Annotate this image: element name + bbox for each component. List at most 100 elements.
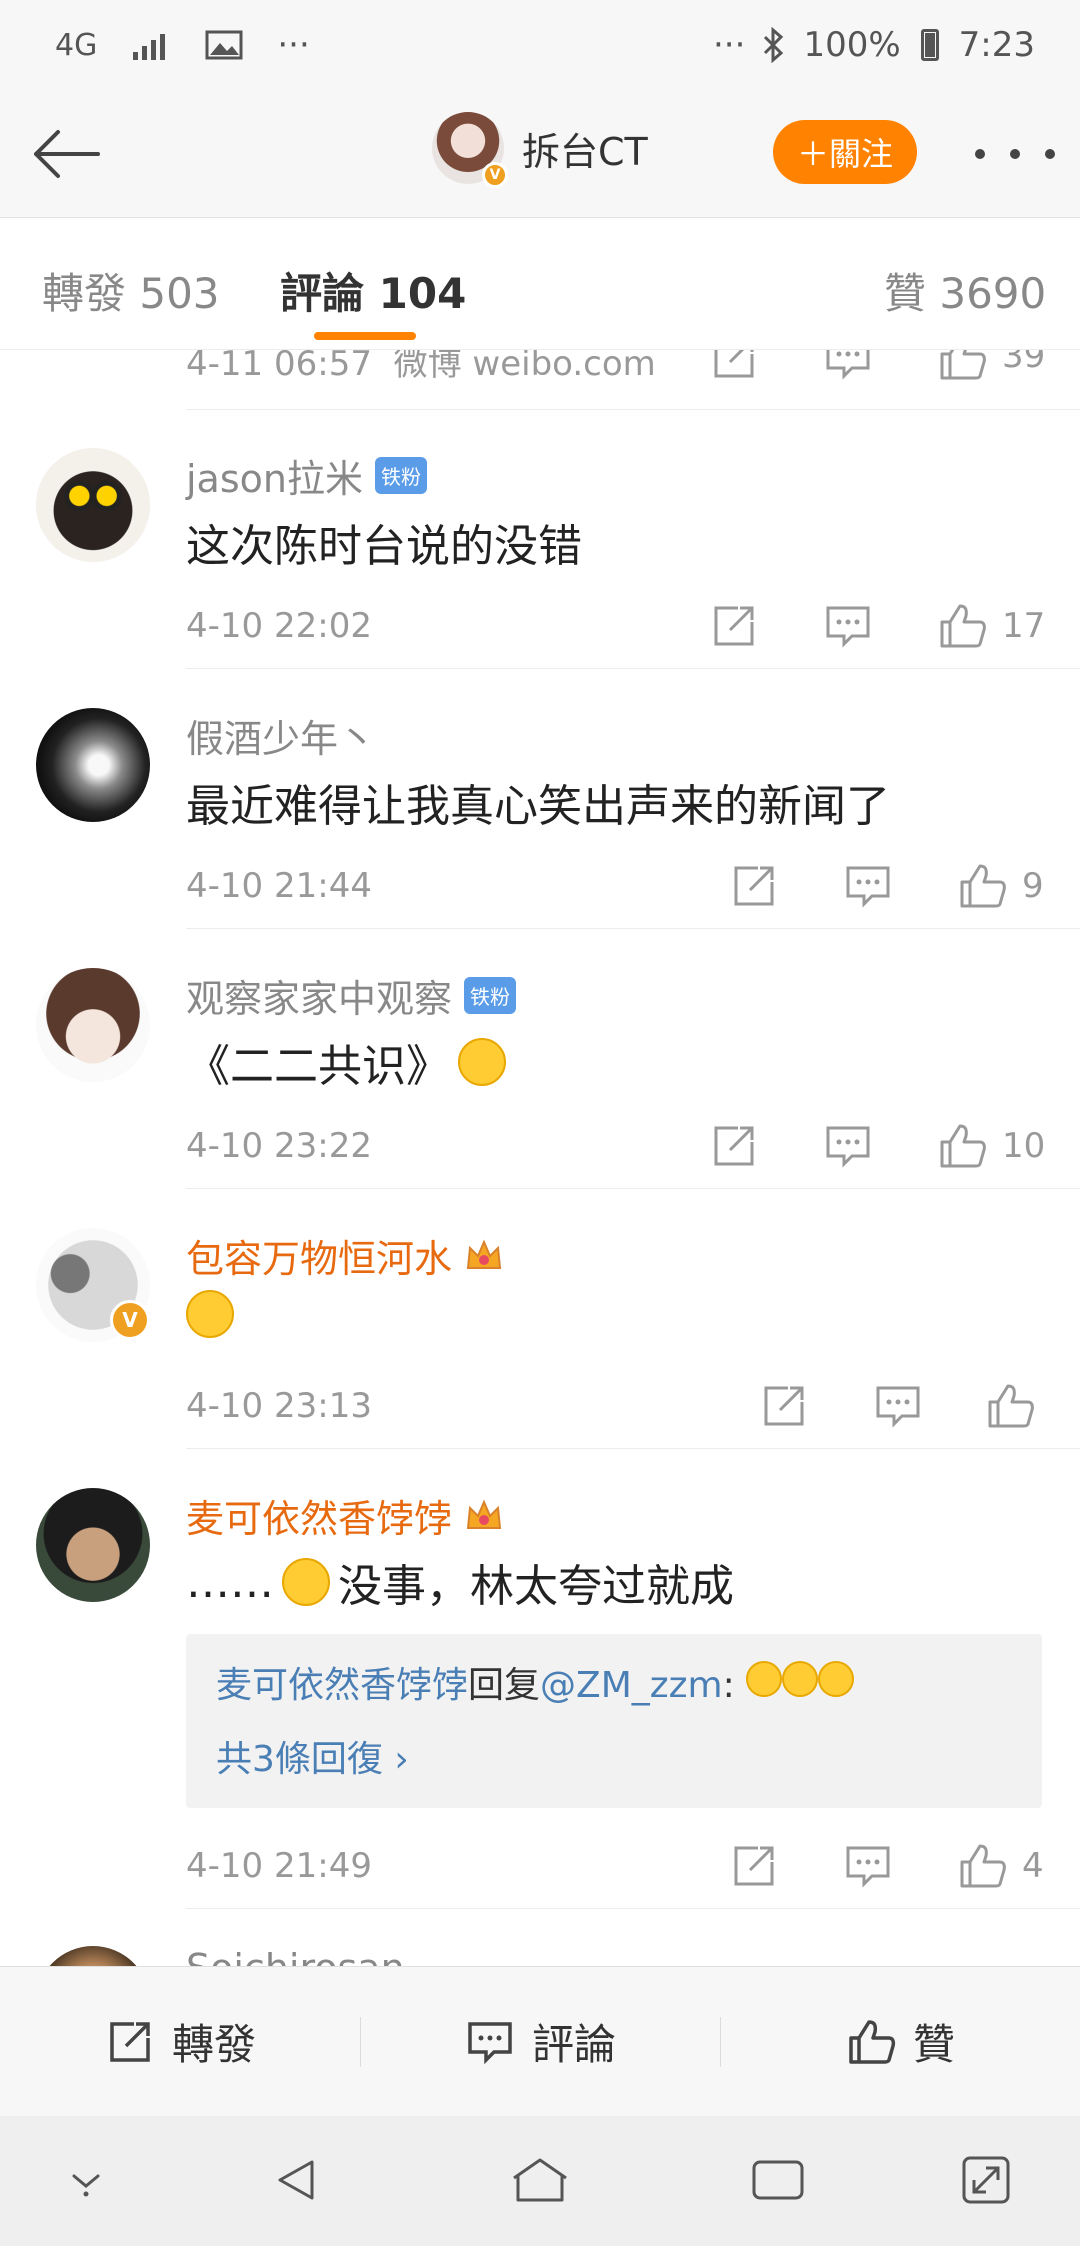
comment-icon[interactable] [822, 600, 874, 652]
expand-screen-icon[interactable] [960, 2154, 1012, 2206]
comment-button[interactable]: 評論 [360, 1967, 720, 2116]
reply-mention[interactable]: @ZM_zzm [540, 1665, 723, 1706]
verified-badge: V [110, 1300, 150, 1340]
reply-preview[interactable]: 麦可依然香饽饽回复@ZM_zzm: 共3條回復 › [186, 1634, 1042, 1808]
recent-apps-icon[interactable] [750, 2154, 806, 2206]
repost-icon[interactable] [708, 350, 760, 384]
comment-text: 这次陈时台说的没错 [186, 521, 582, 572]
user-avatar[interactable] [36, 1946, 150, 1966]
username-text[interactable]: 麦可依然香饽饽 [186, 1488, 452, 1543]
comment-text: 最近难得让我真心笑出声来的新闻了 [186, 781, 890, 832]
hide-keyboard-icon[interactable] [60, 2154, 112, 2206]
comment-row: 4-11 06:57 微博 weibo.com 39 [0, 350, 1080, 410]
comment-row: jason拉米 铁粉 这次陈时台说的没错 4-10 22:02 17 [0, 410, 1080, 670]
comment-list[interactable]: 4-11 06:57 微博 weibo.com 39 jason拉米 铁粉 这次… [0, 350, 1080, 1966]
author-header[interactable]: V 拆台CT [432, 112, 648, 188]
top-navigation-bar: V 拆台CT ＋關注 [0, 90, 1080, 218]
comment-actions: 9 [0, 860, 1080, 920]
like-count: 4 [1022, 1846, 1044, 1886]
comment-icon[interactable] [842, 860, 894, 912]
like-icon[interactable] [956, 860, 1008, 912]
username-text[interactable]: 包容万物恒河水 [186, 1228, 452, 1283]
back-nav-icon[interactable] [272, 2154, 324, 2206]
repost-icon[interactable] [708, 600, 760, 652]
repost-icon[interactable] [728, 1840, 780, 1892]
comment-icon[interactable] [842, 1840, 894, 1892]
comment-icon[interactable] [872, 1380, 924, 1432]
comment-icon[interactable] [822, 350, 874, 384]
comment-username[interactable]: 假酒少年丶 [186, 708, 376, 763]
comment-text-prefix: …… [186, 1556, 274, 1608]
repost-icon[interactable] [758, 1380, 810, 1432]
comment-row: 观察家家中观察 铁粉 《二二共识》 4-10 23:22 10 [0, 930, 1080, 1190]
tab-comments[interactable]: 評論 104 [280, 260, 466, 321]
crying-emoji-icon [282, 1558, 330, 1606]
user-avatar[interactable] [36, 708, 150, 822]
shy-emoji-icon [458, 1038, 506, 1086]
like-icon[interactable] [936, 350, 988, 384]
user-avatar[interactable]: V [36, 1228, 150, 1342]
repost-icon[interactable] [728, 860, 780, 912]
repost-icon[interactable] [708, 1120, 760, 1172]
back-arrow-icon[interactable] [28, 114, 108, 194]
status-dots-left: ··· [277, 25, 310, 65]
comment-username[interactable]: 麦可依然香饽饽 [186, 1488, 504, 1543]
follow-button[interactable]: ＋關注 [773, 120, 917, 184]
comment-row: 假酒少年丶 最近难得让我真心笑出声来的新闻了 4-10 21:44 9 [0, 670, 1080, 930]
repost-label: 轉發 [171, 2020, 256, 2069]
detail-tabs: 轉發 503 評論 104 贊 3690 [0, 218, 1080, 350]
network-indicator: 4G [55, 27, 98, 63]
comment-actions: 10 [0, 1120, 1080, 1180]
comment-actions: 4 [0, 1840, 1080, 1900]
author-avatar[interactable]: V [432, 112, 508, 188]
username-text[interactable]: 假酒少年丶 [186, 708, 376, 763]
crown-icon [466, 1498, 502, 1529]
user-avatar[interactable] [36, 448, 150, 562]
image-icon [205, 30, 243, 60]
comment-username[interactable]: 观察家家中观察 铁粉 [186, 968, 517, 1023]
like-count: 10 [1002, 1126, 1046, 1166]
home-nav-icon[interactable] [508, 2154, 572, 2206]
like-icon[interactable] [984, 1380, 1036, 1432]
like-icon[interactable] [936, 600, 988, 652]
verified-badge: V [482, 162, 508, 188]
comment-label: 評論 [531, 2020, 616, 2069]
username-text[interactable]: jason拉米 [186, 448, 363, 503]
like-count: 39 [1002, 350, 1046, 376]
comment-icon[interactable] [822, 1120, 874, 1172]
comment-text: 《二二共识》 [186, 1030, 506, 1094]
crown-icon [466, 1238, 502, 1269]
comment-row: 麦可依然香饽饽 …… 没事，林太夸过就成 麦可依然香饽饽回复@ZM_zzm: 共… [0, 1450, 1080, 1910]
battery-level: 100% [803, 25, 901, 65]
comment-row: Soichirosan [0, 1910, 1080, 1966]
like-count: 17 [1002, 606, 1046, 646]
comment-username[interactable]: Soichirosan [186, 1946, 405, 1966]
comment-row: V 包容万物恒河水 4-10 23:13 [0, 1190, 1080, 1450]
comment-username[interactable]: 包容万物恒河水 [186, 1228, 504, 1283]
status-bar: 4G ··· ··· 100% 7:23 [0, 0, 1080, 90]
laughing-emoji-icon [746, 1661, 783, 1697]
username-text[interactable]: 观察家家中观察 [186, 968, 452, 1023]
comment-icon [468, 2021, 512, 2064]
repost-button[interactable]: 轉發 [0, 1967, 360, 2116]
tab-reposts[interactable]: 轉發 503 [42, 260, 220, 321]
comment-text [186, 1290, 234, 1338]
signal-icon [133, 34, 166, 60]
like-icon[interactable] [936, 1120, 988, 1172]
comment-username[interactable]: jason拉米 铁粉 [186, 448, 427, 503]
username-text[interactable]: Soichirosan [186, 1946, 405, 1966]
bottom-action-bar: 轉發 評論 贊 [0, 1966, 1080, 2116]
like-icon[interactable] [956, 1840, 1008, 1892]
author-name[interactable]: 拆台CT [522, 121, 648, 176]
bluetooth-icon [764, 27, 784, 63]
user-avatar[interactable] [36, 968, 150, 1082]
user-avatar[interactable] [36, 1488, 150, 1602]
view-all-replies-link[interactable]: 共3條回復 › [216, 1730, 1012, 1782]
like-icon [849, 2019, 896, 2064]
reply-author[interactable]: 麦可依然香饽饽 [216, 1665, 468, 1706]
like-button[interactable]: 贊 [720, 1967, 1080, 2116]
tab-likes[interactable]: 贊 3690 [884, 260, 1046, 321]
like-count: 9 [1022, 866, 1044, 906]
more-options-icon[interactable] [975, 134, 1055, 174]
laughing-emoji-icon [818, 1661, 855, 1697]
